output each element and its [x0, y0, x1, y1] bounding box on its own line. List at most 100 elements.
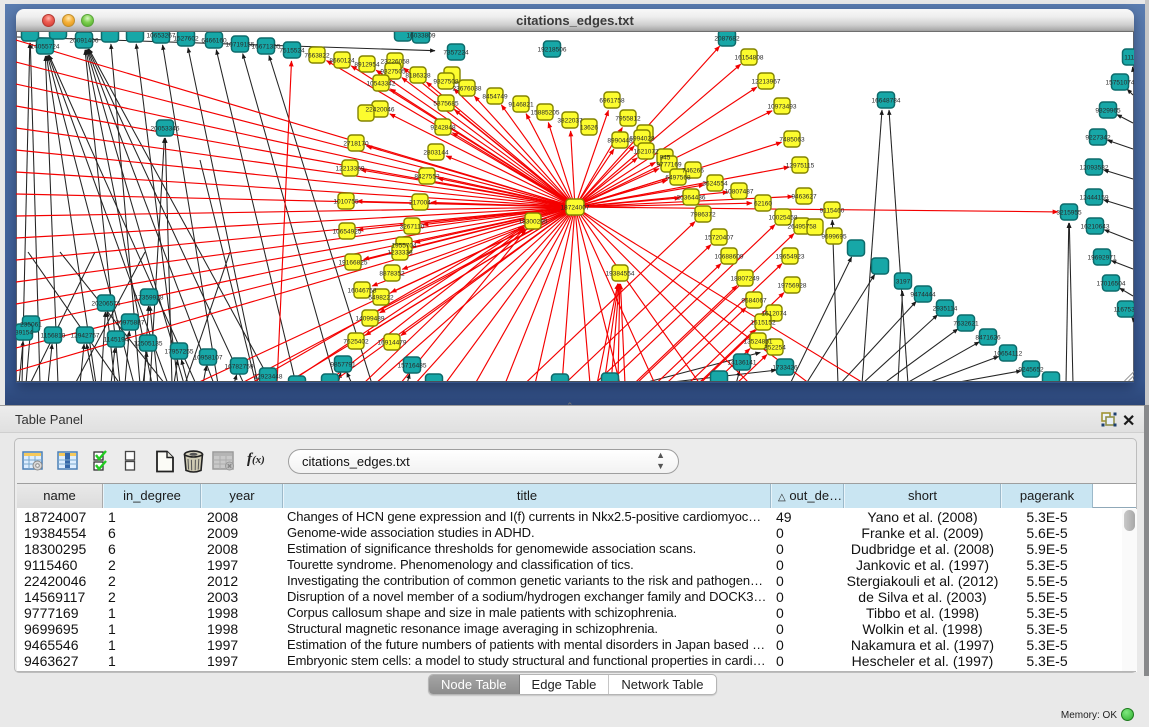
svg-text:12093582: 12093582: [1080, 165, 1109, 172]
svg-text:7663822: 7663822: [304, 53, 330, 60]
svg-text:217004: 217004: [409, 200, 431, 207]
svg-text:23676038: 23676038: [453, 86, 482, 93]
svg-text:20091406: 20091406: [70, 38, 99, 45]
svg-text:7986372: 7986372: [690, 212, 716, 219]
svg-text:8427552: 8427552: [414, 174, 440, 181]
svg-text:10688609: 10688609: [715, 254, 744, 261]
svg-text:23226058: 23226058: [381, 59, 410, 66]
svg-text:9327508: 9327508: [433, 79, 459, 86]
svg-text:9245652: 9245652: [1018, 367, 1044, 374]
svg-text:62160: 62160: [754, 201, 772, 208]
svg-text:8186328: 8186328: [405, 73, 431, 80]
svg-text:16671355: 16671355: [252, 44, 281, 51]
svg-text:746266: 746266: [682, 168, 704, 175]
svg-text:1010755: 1010755: [333, 199, 359, 206]
svg-text:8912954: 8912954: [354, 62, 380, 69]
svg-text:1733426: 1733426: [772, 365, 798, 372]
svg-text:19166825: 19166825: [339, 260, 368, 267]
svg-text:6961758: 6961758: [599, 98, 625, 105]
svg-text:16782759: 16782759: [225, 364, 254, 371]
svg-text:14055724: 14055724: [31, 44, 60, 51]
svg-text:13626: 13626: [580, 125, 598, 132]
svg-text:18300295: 18300295: [519, 219, 548, 226]
svg-text:12923448: 12923448: [254, 374, 283, 381]
svg-text:9227342: 9227342: [1085, 135, 1111, 142]
svg-text:12975115: 12975115: [786, 163, 815, 170]
svg-text:10654112: 10654112: [994, 351, 1023, 358]
svg-text:7357224: 7357224: [443, 50, 469, 57]
svg-text:3624554: 3624554: [702, 181, 728, 188]
svg-text:6466160: 6466160: [201, 38, 227, 45]
svg-text:1117: 1117: [1124, 55, 1134, 62]
svg-text:19218506: 19218506: [538, 47, 567, 54]
svg-text:15720407: 15720407: [705, 235, 734, 242]
svg-text:1621072: 1621072: [633, 149, 659, 156]
svg-text:26495758: 26495758: [788, 224, 817, 231]
svg-text:19384554: 19384554: [606, 271, 635, 278]
svg-text:2803144: 2803144: [423, 150, 449, 157]
svg-text:7515524: 7515524: [279, 48, 305, 55]
svg-text:3267110: 3267110: [400, 224, 425, 231]
svg-text:19756928: 19756928: [778, 283, 807, 290]
svg-text:10973493: 10973493: [768, 104, 797, 111]
svg-text:1167533: 1167533: [1114, 307, 1134, 314]
svg-text:12942757: 12942757: [71, 333, 100, 340]
svg-text:8454749: 8454749: [482, 94, 508, 101]
svg-text:1612074: 1612074: [761, 311, 787, 318]
svg-text:8471626: 8471626: [975, 335, 1001, 342]
svg-text:16648784: 16648784: [872, 98, 901, 105]
svg-text:9329965: 9329965: [1095, 108, 1121, 115]
svg-text:22420046: 22420046: [366, 107, 395, 114]
svg-text:8660124: 8660124: [329, 58, 355, 65]
svg-text:10654925: 10654925: [333, 229, 362, 236]
svg-text:10543342: 10543342: [367, 81, 396, 88]
svg-text:39154: 39154: [16, 330, 33, 337]
svg-text:1145194: 1145194: [104, 337, 129, 344]
svg-text:6994028: 6994028: [629, 136, 655, 143]
svg-text:7485063: 7485063: [779, 137, 805, 144]
svg-text:3822037: 3822037: [557, 118, 583, 125]
svg-text:14099489: 14099489: [356, 316, 385, 323]
svg-text:5498222: 5498222: [368, 295, 394, 302]
svg-text:945: 945: [660, 155, 671, 162]
svg-text:9474444: 9474444: [910, 292, 936, 299]
svg-text:1233336: 1233336: [387, 250, 413, 257]
svg-text:7955812: 7955812: [615, 116, 641, 123]
svg-text:12213369: 12213369: [336, 166, 365, 173]
svg-text:10807487: 10807487: [725, 189, 754, 196]
svg-text:1156819: 1156819: [41, 333, 66, 340]
svg-text:20975887: 20975887: [116, 320, 145, 327]
svg-text:20206576: 20206576: [92, 301, 121, 308]
svg-text:7632621: 7632621: [953, 321, 979, 328]
svg-text:6497568: 6497568: [665, 175, 691, 182]
svg-text:3215955: 3215955: [1056, 210, 1082, 217]
svg-text:15716485: 15716485: [398, 363, 427, 370]
svg-text:20053346: 20053346: [151, 126, 180, 133]
svg-text:15885205: 15885205: [531, 110, 560, 117]
svg-text:10719155: 10719155: [226, 42, 255, 49]
svg-text:252254: 252254: [764, 345, 786, 352]
svg-text:9146821: 9146821: [508, 102, 534, 109]
svg-text:17359928: 17359928: [135, 295, 164, 302]
svg-text:16033809: 16033809: [407, 33, 436, 40]
svg-text:5375685: 5375685: [433, 101, 459, 108]
svg-text:20364436: 20364436: [677, 195, 706, 202]
svg-text:14136141: 14136141: [728, 360, 757, 367]
svg-text:18807249: 18807249: [731, 276, 760, 283]
svg-text:9115460: 9115460: [820, 208, 845, 215]
svg-text:9857791: 9857791: [330, 362, 356, 369]
svg-text:9684067: 9684067: [741, 298, 767, 305]
svg-text:16914479: 16914479: [378, 340, 407, 347]
svg-text:7625402: 7625402: [343, 339, 369, 346]
svg-text:16046758: 16046758: [348, 288, 377, 295]
svg-text:17016504: 17016504: [1097, 281, 1126, 288]
svg-text:15751074: 15751074: [1106, 80, 1134, 87]
svg-text:10958107: 10958107: [194, 355, 223, 362]
svg-text:12213967: 12213967: [752, 79, 781, 86]
svg-text:18724007: 18724007: [561, 205, 590, 212]
svg-text:9777169: 9777169: [656, 162, 682, 169]
svg-text:17957255: 17957255: [165, 349, 194, 356]
svg-text:2087682: 2087682: [714, 36, 740, 43]
svg-text:19654923: 19654923: [776, 254, 805, 261]
svg-text:1955704: 1955704: [391, 243, 417, 250]
